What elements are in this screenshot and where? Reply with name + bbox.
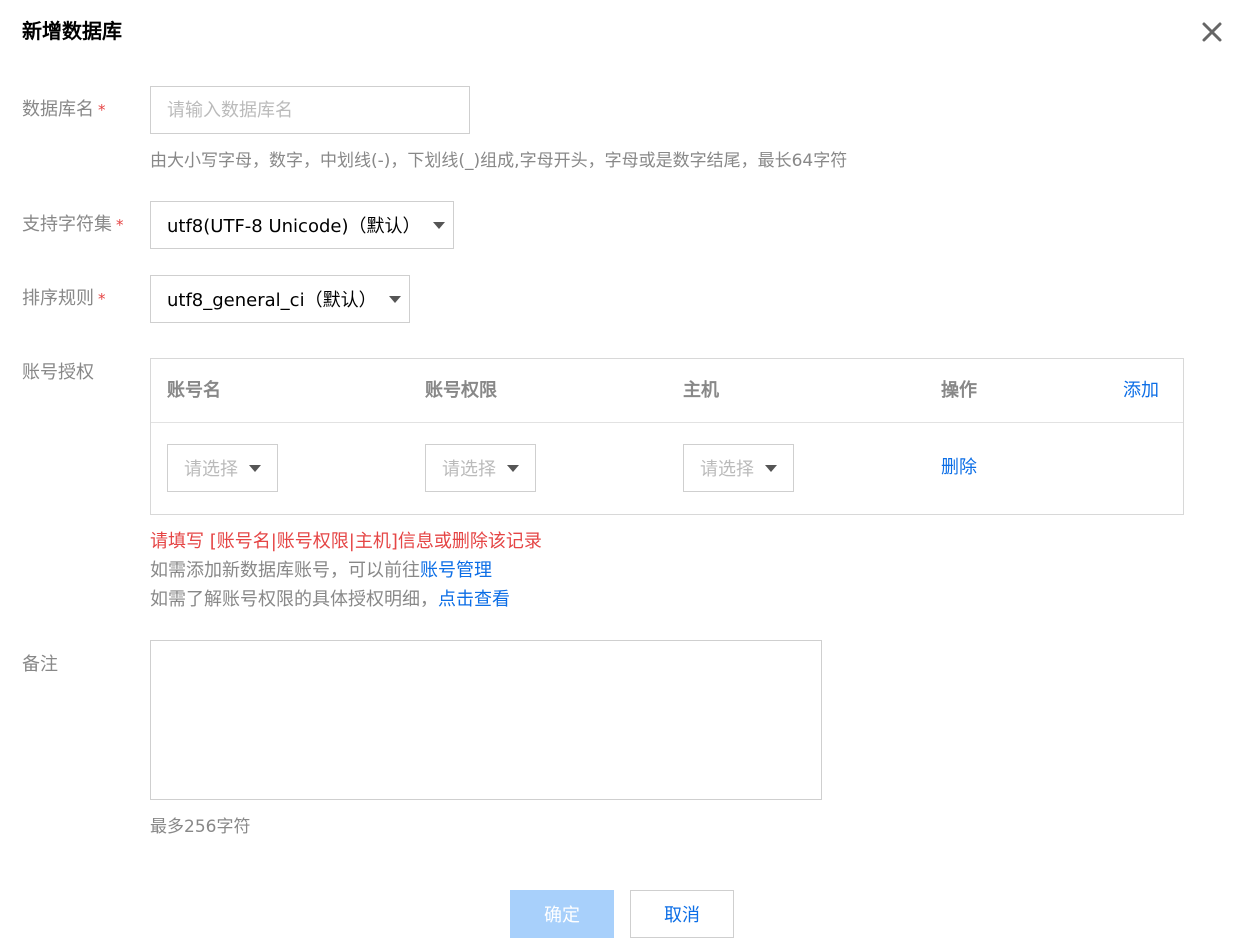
table-header: 账号名 账号权限 主机 操作 添加 bbox=[151, 359, 1183, 423]
column-header-operation: 操作 bbox=[941, 380, 977, 401]
add-account-button[interactable]: 添加 bbox=[1123, 378, 1159, 404]
info-text: 如需添加新数据库账号，可以前往 bbox=[150, 560, 420, 581]
account-auth-info-2: 如需了解账号权限的具体授权明细，点击查看 bbox=[150, 587, 510, 613]
chevron-down-icon bbox=[388, 295, 401, 303]
account-privilege-select[interactable]: 请选择 bbox=[425, 444, 536, 492]
db-name-label: 数据库名 * bbox=[22, 97, 106, 123]
column-header-privilege: 账号权限 bbox=[425, 380, 497, 401]
account-auth-label: 账号授权 bbox=[22, 362, 94, 383]
remark-hint: 最多256字符 bbox=[150, 817, 251, 837]
account-auth-info-1: 如需添加新数据库账号，可以前往账号管理 bbox=[150, 558, 492, 584]
view-details-link[interactable]: 点击查看 bbox=[438, 589, 510, 610]
dialog-title: 新增数据库 bbox=[22, 19, 122, 43]
db-name-label-text: 数据库名 bbox=[22, 99, 94, 120]
account-privilege-placeholder: 请选择 bbox=[442, 459, 496, 480]
charset-label: 支持字符集 * bbox=[22, 212, 124, 238]
chevron-down-icon bbox=[507, 464, 519, 472]
account-management-link[interactable]: 账号管理 bbox=[420, 560, 492, 581]
host-select[interactable]: 请选择 bbox=[683, 444, 794, 492]
collation-label: 排序规则 * bbox=[22, 286, 106, 312]
account-name-placeholder: 请选择 bbox=[184, 459, 238, 480]
host-placeholder: 请选择 bbox=[700, 459, 754, 480]
collation-select[interactable]: utf8_general_ci（默认） bbox=[150, 275, 410, 323]
remark-textarea[interactable] bbox=[150, 640, 822, 800]
db-name-hint: 由大小写字母，数字，中划线(-)，下划线(_)组成,字母开头，字母或是数字结尾，… bbox=[150, 151, 848, 171]
column-header-host: 主机 bbox=[683, 380, 719, 401]
close-icon[interactable] bbox=[1198, 18, 1226, 46]
required-mark: * bbox=[116, 216, 124, 234]
column-header-account: 账号名 bbox=[167, 380, 221, 401]
required-mark: * bbox=[98, 101, 106, 119]
account-auth-error: 请填写 [账号名|账号权限|主机]信息或删除该记录 bbox=[150, 531, 542, 552]
charset-select[interactable]: utf8(UTF-8 Unicode)（默认） bbox=[150, 201, 454, 249]
chevron-down-icon bbox=[249, 464, 261, 472]
cancel-button[interactable]: 取消 bbox=[630, 890, 734, 938]
charset-selected-value: utf8(UTF-8 Unicode)（默认） bbox=[167, 216, 421, 237]
db-name-input[interactable] bbox=[150, 86, 470, 134]
collation-selected-value: utf8_general_ci（默认） bbox=[167, 290, 377, 311]
account-name-select[interactable]: 请选择 bbox=[167, 444, 278, 492]
collation-label-text: 排序规则 bbox=[22, 288, 94, 309]
charset-label-text: 支持字符集 bbox=[22, 214, 112, 235]
remark-label: 备注 bbox=[22, 654, 58, 675]
chevron-down-icon bbox=[432, 221, 445, 229]
account-auth-table: 账号名 账号权限 主机 操作 添加 请选择 请选择 请选择 删除 bbox=[150, 358, 1184, 515]
delete-row-button[interactable]: 删除 bbox=[941, 455, 977, 481]
confirm-button[interactable]: 确定 bbox=[510, 890, 614, 938]
chevron-down-icon bbox=[765, 464, 777, 472]
info-text: 如需了解账号权限的具体授权明细， bbox=[150, 589, 438, 610]
required-mark: * bbox=[98, 290, 106, 308]
